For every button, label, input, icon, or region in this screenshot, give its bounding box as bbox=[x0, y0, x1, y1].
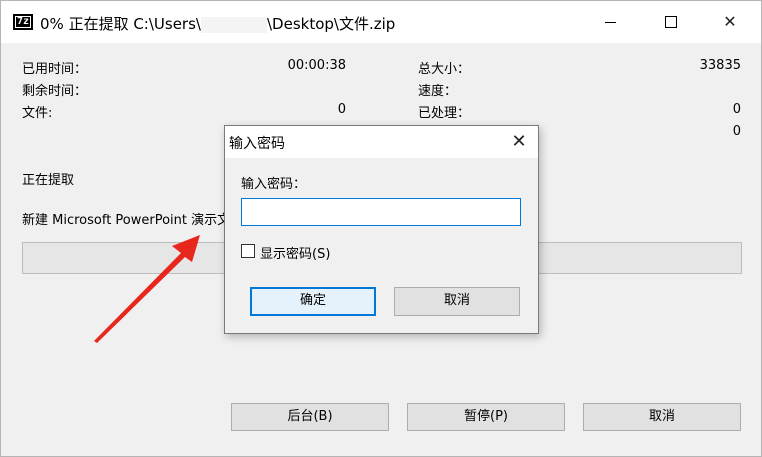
dialog-close-button[interactable]: ✕ bbox=[508, 131, 530, 153]
password-field-label: 输入密码： bbox=[241, 177, 307, 192]
password-dialog: 输入密码 ✕ 输入密码： 显示密码(S) 确定 取消 bbox=[224, 125, 539, 334]
show-password-label[interactable]: 显示密码(S) bbox=[260, 243, 330, 262]
dialog-cancel-button[interactable]: 取消 bbox=[394, 287, 520, 316]
dialog-title: 输入密码 bbox=[229, 136, 285, 152]
close-icon: ✕ bbox=[511, 131, 527, 152]
password-input[interactable] bbox=[241, 198, 521, 226]
ok-button[interactable]: 确定 bbox=[250, 287, 376, 316]
show-password-checkbox[interactable] bbox=[241, 244, 255, 258]
red-arrow-shape bbox=[94, 235, 200, 343]
dialog-title-bar[interactable]: 输入密码 ✕ bbox=[225, 126, 538, 158]
